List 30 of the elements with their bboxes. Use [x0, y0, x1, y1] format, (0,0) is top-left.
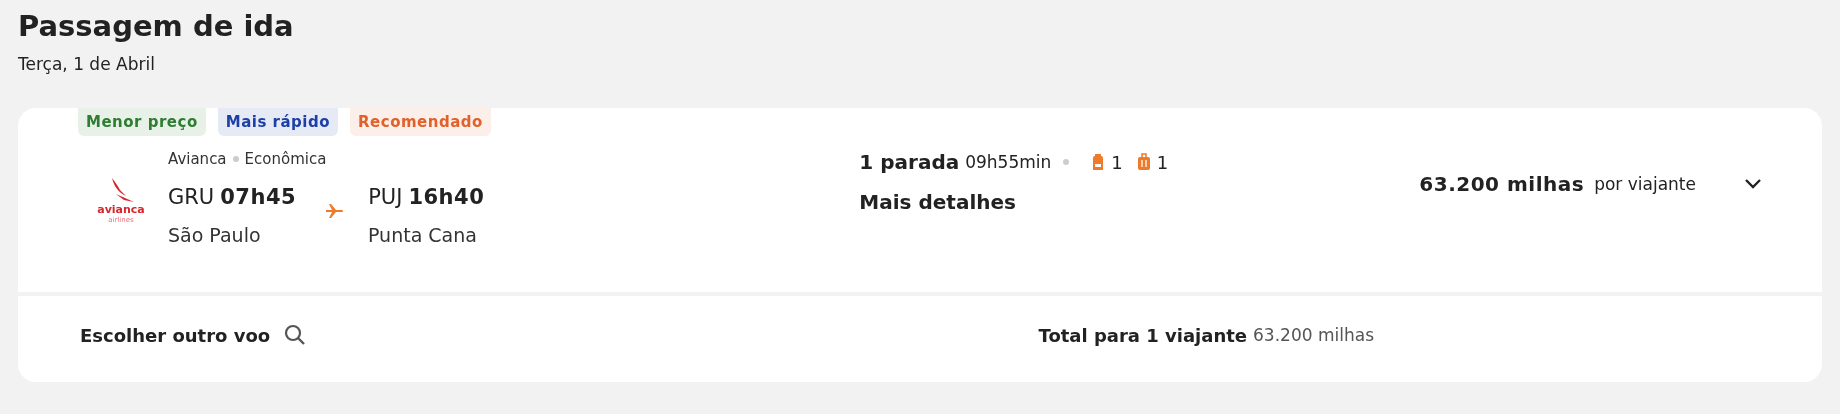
airplane-icon — [326, 204, 345, 218]
total-label: Total para 1 viajante — [1038, 324, 1248, 346]
stops-count: 1 parada — [859, 150, 960, 174]
departure-time: 07h45 — [220, 185, 297, 209]
flight-tag: Mais rápido — [217, 108, 338, 136]
suitcase-icon — [1136, 153, 1151, 171]
choose-other-flight-button[interactable]: Escolher outro voo — [80, 324, 307, 346]
arrival-time: 16h40 — [408, 185, 485, 209]
departure-city: São Paulo — [168, 224, 262, 246]
flight-tag: Recomendado — [350, 108, 491, 136]
chevron-icon — [1744, 178, 1762, 190]
price: 63.200 milhas — [1419, 172, 1585, 196]
total-value: 63.200 milhas — [1253, 325, 1374, 345]
details-link[interactable]: Mais detalhes — [859, 190, 1420, 214]
baggage-count: 1 — [1156, 151, 1169, 173]
flight-tag: Menor preço — [78, 108, 206, 136]
cabin-class: Econômica — [244, 150, 327, 168]
airline-logo-text: avianca — [97, 204, 145, 216]
baggage-count: 1 — [1111, 151, 1123, 173]
flight-date: Terça, 1 de Abril — [18, 54, 156, 74]
arrival-city: Punta Cana — [368, 224, 477, 246]
expand-button[interactable] — [1744, 178, 1762, 190]
price-unit: por viajante — [1594, 174, 1696, 194]
page-title: Passagem de ida — [18, 8, 295, 45]
backpack-icon — [1091, 153, 1106, 171]
search-icon — [284, 324, 307, 346]
flight-duration: 09h55min — [965, 152, 1052, 172]
departure-code: GRU — [168, 185, 215, 209]
airline-name: Avianca — [168, 150, 227, 168]
arrival-code: PUJ — [368, 185, 403, 209]
